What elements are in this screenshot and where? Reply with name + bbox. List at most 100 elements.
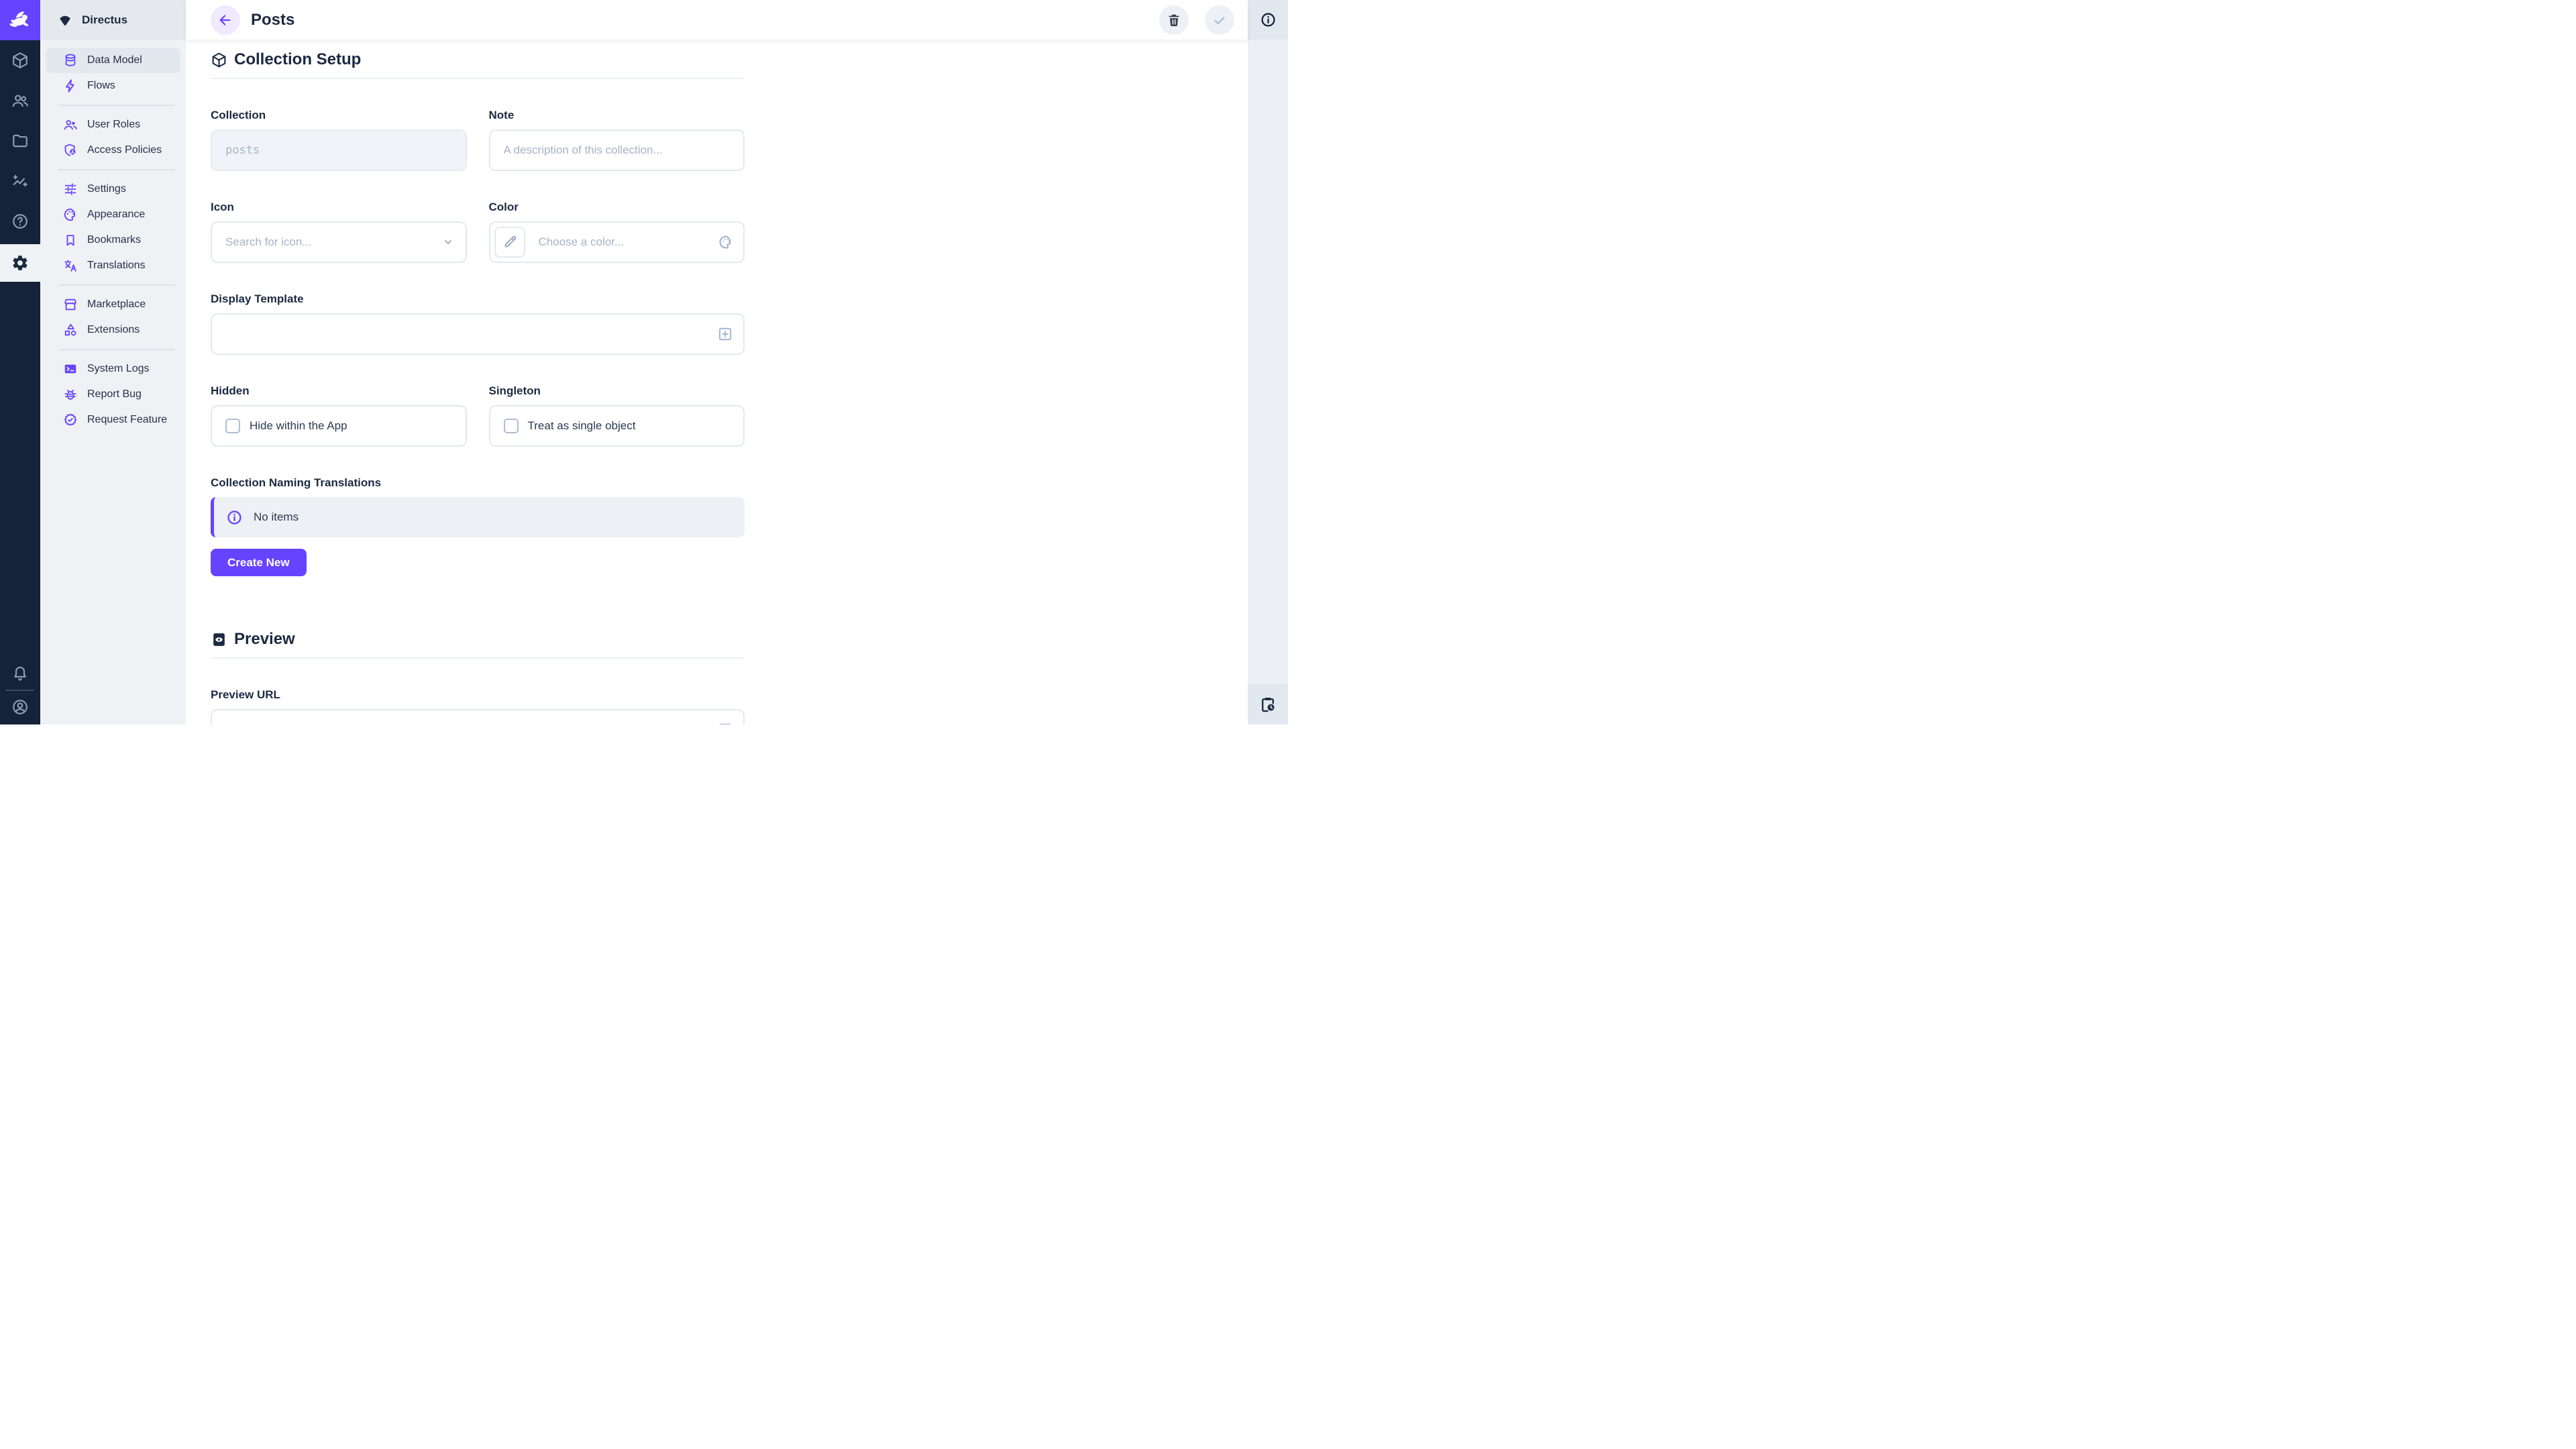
nav-divider [58, 284, 175, 286]
sidebar-item-report-bug[interactable]: Report Bug [46, 382, 180, 407]
note-input[interactable] [489, 129, 745, 171]
singleton-checkbox-field[interactable]: Treat as single object [489, 405, 745, 447]
directus-logo[interactable] [0, 0, 40, 40]
hidden-checkbox-field[interactable]: Hide within the App [211, 405, 467, 447]
sidebar-item-user-roles[interactable]: User Roles [46, 112, 180, 138]
arrow-left-icon [218, 13, 233, 28]
group-icon [63, 117, 78, 132]
naming-translations-label: Collection Naming Translations [211, 476, 745, 490]
account-circle-icon [11, 698, 29, 716]
delete-button[interactable] [1159, 5, 1189, 35]
page-content: Collection Setup Collection Note [186, 40, 1248, 724]
hidden-checkbox-label: Hide within the App [250, 419, 347, 433]
sidebar-item-label: Report Bug [87, 388, 142, 400]
nav-items: Data Model Flows User Roles [40, 40, 186, 433]
palette-icon [63, 207, 78, 222]
sidebar-item-label: Extensions [87, 324, 140, 336]
chevron-down-icon[interactable] [440, 234, 456, 250]
module-files[interactable] [0, 121, 40, 161]
singleton-checkbox-label: Treat as single object [528, 419, 636, 433]
section-title: Collection Setup [234, 50, 361, 69]
display-template-label: Display Template [211, 292, 745, 306]
section-gap [211, 576, 745, 629]
nav-divider [58, 105, 175, 106]
sidebar-item-request-feature[interactable]: Request Feature [46, 407, 180, 433]
sidebar-item-system-logs[interactable]: System Logs [46, 356, 180, 382]
info-circle-icon [226, 509, 243, 526]
color-input[interactable] [489, 221, 745, 263]
sidebar-item-extensions[interactable]: Extensions [46, 317, 180, 343]
sidebar-item-label: Flows [87, 80, 115, 92]
project-logo-icon [58, 13, 72, 28]
gear-icon [11, 254, 29, 272]
sidebar-item-label: Appearance [87, 209, 145, 221]
module-content[interactable] [0, 40, 40, 80]
collection-input[interactable] [211, 129, 467, 171]
module-insights[interactable] [0, 161, 40, 201]
terminal-icon [63, 362, 78, 376]
nav-divider [58, 169, 175, 170]
help-icon [11, 213, 29, 230]
sidebar-item-flows[interactable]: Flows [46, 73, 180, 99]
info-sidebar-button[interactable] [1248, 0, 1288, 40]
create-new-button[interactable]: Create New [211, 549, 307, 576]
sidebar-item-translations[interactable]: Translations [46, 253, 180, 278]
sidebar-item-marketplace[interactable]: Marketplace [46, 292, 180, 317]
sidebar-item-appearance[interactable]: Appearance [46, 202, 180, 227]
right-sidebar-body [1248, 40, 1288, 684]
color-swatch-button[interactable] [494, 227, 525, 258]
singleton-checkbox[interactable] [504, 419, 519, 433]
sidebar-item-label: User Roles [87, 119, 140, 131]
info-icon [1260, 11, 1277, 28]
display-template-input[interactable] [211, 313, 745, 355]
back-button[interactable] [211, 5, 240, 35]
project-switcher[interactable]: Directus [40, 0, 186, 40]
singleton-field-label: Singleton [489, 384, 745, 398]
bolt-icon [63, 78, 78, 93]
sidebar-item-access-policies[interactable]: Access Policies [46, 138, 180, 163]
sidebar-item-settings[interactable]: Settings [46, 176, 180, 202]
folder-icon [11, 132, 29, 150]
icon-select-input[interactable] [211, 221, 467, 263]
bookmark-icon [63, 233, 78, 248]
hidden-checkbox[interactable] [225, 419, 240, 433]
palette-icon[interactable] [718, 234, 734, 250]
revisions-sidebar-button[interactable] [1248, 684, 1288, 724]
page-header: Posts [186, 0, 1248, 40]
account-button[interactable] [0, 694, 40, 720]
nav-divider [58, 349, 175, 350]
module-settings[interactable] [0, 244, 40, 282]
module-bar-bottom [0, 660, 40, 724]
trash-icon [1167, 13, 1181, 28]
add-field-icon[interactable] [716, 721, 734, 724]
people-icon [11, 92, 29, 109]
sidebar-item-label: Marketplace [87, 299, 146, 311]
insights-icon [11, 172, 29, 190]
section-title: Preview [234, 630, 295, 649]
preview-url-input[interactable] [211, 709, 745, 724]
clipboard-clock-icon [1259, 696, 1277, 713]
sidebar-item-label: Access Policies [87, 144, 162, 156]
navigation-sidebar: Directus Data Model Flows [40, 0, 186, 724]
directus-app: Directus Data Model Flows [0, 0, 1288, 724]
box-icon [211, 52, 227, 68]
module-help[interactable] [0, 201, 40, 241]
collection-setup-heading: Collection Setup [211, 50, 745, 69]
database-icon [63, 53, 78, 68]
preview-icon [211, 631, 227, 648]
notifications-button[interactable] [0, 660, 40, 687]
add-field-icon[interactable] [716, 325, 734, 343]
sidebar-item-label: Translations [87, 260, 146, 272]
empty-items-notice: No items [211, 497, 745, 537]
hidden-field-label: Hidden [211, 384, 467, 398]
module-users[interactable] [0, 80, 40, 121]
check-icon [1212, 13, 1227, 28]
main-area: Posts Collectio [186, 0, 1248, 724]
sidebar-item-bookmarks[interactable]: Bookmarks [46, 227, 180, 253]
translate-icon [63, 258, 78, 273]
bug-icon [63, 387, 78, 402]
right-sidebar [1248, 0, 1288, 724]
save-button[interactable] [1205, 5, 1234, 35]
sidebar-item-data-model[interactable]: Data Model [46, 48, 180, 73]
storefront-icon [63, 297, 78, 312]
